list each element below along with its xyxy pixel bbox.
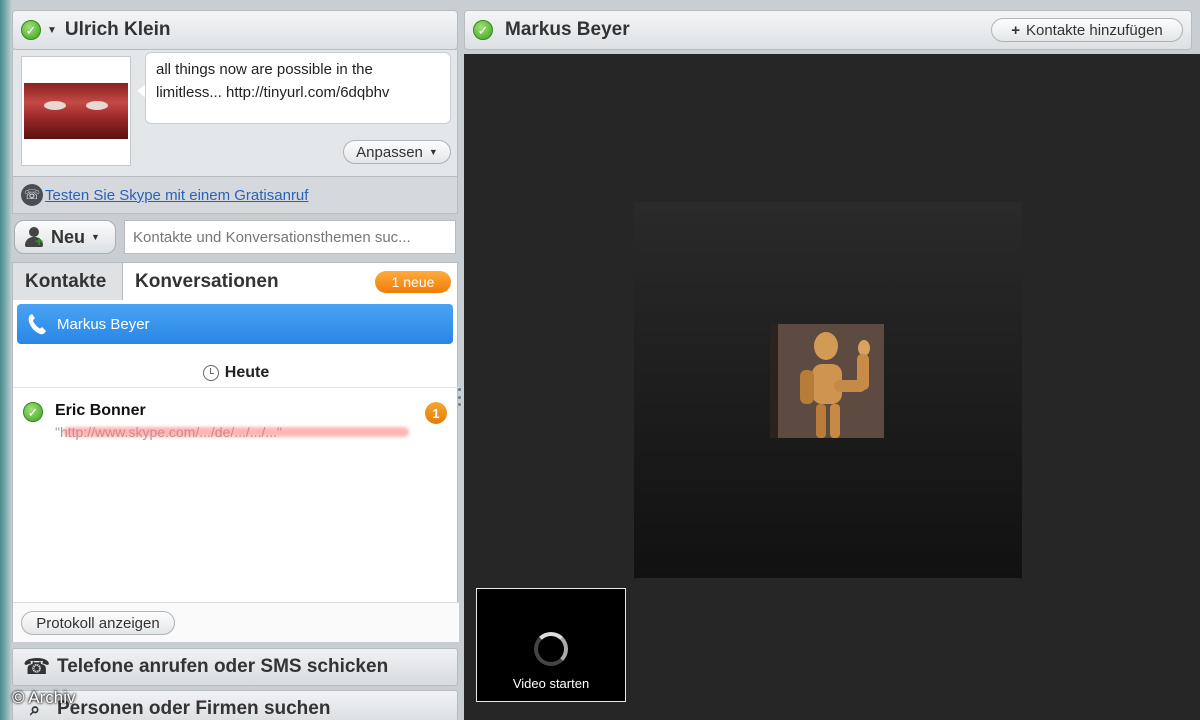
conversation-name: Eric Bonner	[55, 402, 146, 419]
start-video-button[interactable]: Video starten	[476, 588, 626, 702]
profile-panel: all things now are possible in the limit…	[12, 50, 458, 176]
start-video-label: Video starten	[512, 676, 590, 691]
video-call-area: Video starten	[464, 54, 1200, 720]
contact-name[interactable]: Markus Beyer	[505, 19, 630, 41]
add-contacts-button[interactable]: + Kontakte hinzufügen	[991, 18, 1183, 42]
show-history-button[interactable]: Protokoll anzeigen	[21, 611, 175, 635]
chevron-down-icon: ▼	[428, 147, 438, 157]
avatar[interactable]	[21, 56, 131, 166]
free-call-link[interactable]: Testen Sie Skype mit einem Gratisanruf	[45, 187, 308, 204]
list-item[interactable]: ✓ Eric Bonner "http://www.skype.com/.../…	[13, 392, 459, 444]
search-input[interactable]	[124, 220, 456, 254]
watermark: © Archiv	[12, 688, 76, 707]
call-phones-section[interactable]: ☎ Telefone anrufen oder SMS schicken	[12, 648, 458, 686]
online-status-icon[interactable]: ✓	[21, 20, 41, 40]
clock-icon	[202, 364, 219, 381]
customize-button[interactable]: Anpassen ▼	[343, 140, 451, 164]
redaction-mark	[63, 427, 409, 437]
online-status-icon: ✓	[23, 402, 43, 422]
status-dropdown-icon[interactable]: ▼	[47, 25, 57, 36]
desktop-edge	[0, 0, 12, 720]
chevron-down-icon: ▼	[91, 232, 100, 242]
conversation-list: Markus Beyer Heute ✓ Eric Bonner "http:/…	[12, 300, 459, 642]
contact-avatar-image	[770, 324, 884, 438]
list-footer: Protokoll anzeigen	[13, 602, 459, 642]
remote-video	[634, 202, 1022, 578]
online-status-icon: ✓	[473, 20, 493, 40]
find-people-section[interactable]: ⌕ Personen oder Firmen suchen	[12, 690, 458, 720]
new-button-label: Neu	[51, 226, 86, 247]
conversation-item-selected[interactable]: Markus Beyer	[17, 304, 453, 344]
day-label: Heute	[224, 363, 270, 381]
tab-bar: Kontakte Konversationen 1 neue	[12, 262, 458, 301]
promo-bar: ☏ Testen Sie Skype mit einem Gratisanruf	[12, 176, 458, 214]
new-button[interactable]: + Neu ▼	[14, 220, 116, 254]
left-pane: ✓ ▼ Ulrich Klein all things now are poss…	[12, 6, 459, 720]
new-conversations-badge[interactable]: 1 neue	[375, 271, 451, 293]
unread-count-badge: 1	[425, 402, 447, 424]
contact-toolbar: + Neu ▼	[12, 218, 458, 256]
avatar-image	[24, 83, 128, 139]
day-group-header: Heute	[13, 358, 459, 388]
add-contacts-label: Kontakte hinzufügen	[1025, 21, 1163, 39]
mood-message[interactable]: all things now are possible in the limit…	[145, 52, 451, 124]
loading-spinner-icon	[534, 632, 568, 666]
my-name: Ulrich Klein	[64, 19, 171, 40]
skype-phone-icon: ☏	[21, 184, 43, 206]
find-people-label: Personen oder Firmen suchen	[57, 698, 331, 719]
my-profile-header[interactable]: ✓ ▼ Ulrich Klein	[12, 10, 458, 50]
wooden-mannequin-image	[770, 324, 884, 438]
customize-label: Anpassen	[356, 143, 423, 161]
call-phones-label: Telefone anrufen oder SMS schicken	[57, 656, 389, 677]
splitter-handle[interactable]	[458, 388, 462, 406]
plus-icon: +	[1011, 21, 1020, 39]
handset-icon	[28, 314, 46, 335]
conversation-header: ✓ Markus Beyer + Kontakte hinzufügen	[464, 10, 1192, 50]
tab-contacts[interactable]: Kontakte	[13, 263, 123, 301]
conversation-name: Markus Beyer	[57, 315, 150, 333]
add-person-icon: +	[25, 227, 45, 248]
telephone-icon: ☎	[23, 654, 51, 679]
